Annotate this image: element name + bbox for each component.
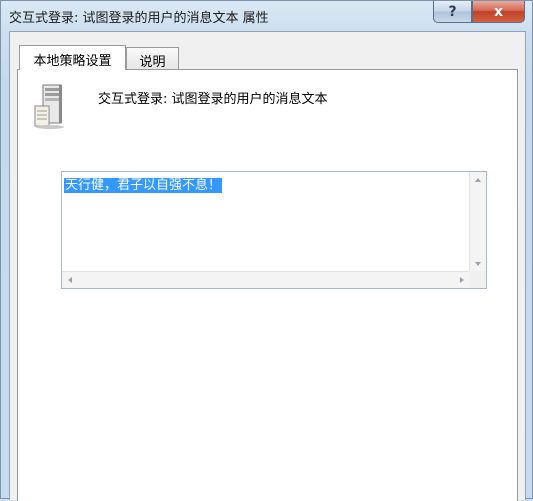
title-bar[interactable]: 交互式登录: 试图登录的用户的消息文本 属性 ? x <box>1 1 532 31</box>
tab-explain[interactable]: 说明 <box>126 47 179 70</box>
selected-text[interactable]: 天行健，君子以自强不息！ <box>64 178 223 193</box>
scroll-up-arrow-icon[interactable] <box>475 178 481 182</box>
scroll-left-arrow-icon[interactable] <box>68 277 72 283</box>
help-button[interactable]: ? <box>433 1 472 23</box>
scroll-right-arrow-icon[interactable] <box>460 277 464 283</box>
window-title: 交互式登录: 试图登录的用户的消息文本 属性 <box>9 11 269 26</box>
dialog-client-area: 本地策略设置 说明 交互式登录: 试图登录的用户的消息文本 天行健，君子以自强不… <box>9 31 526 501</box>
scrollbar-corner <box>469 271 486 288</box>
message-text-input[interactable]: 天行健，君子以自强不息！ <box>61 171 487 289</box>
vertical-scrollbar[interactable] <box>469 172 486 272</box>
server-icon <box>34 84 64 129</box>
close-button[interactable]: x <box>472 1 525 23</box>
policy-title: 交互式登录: 试图登录的用户的消息文本 <box>98 92 328 107</box>
tab-local-policy-setting[interactable]: 本地策略设置 <box>19 45 126 70</box>
message-text-content[interactable]: 天行健，君子以自强不息！ <box>64 174 223 193</box>
horizontal-scrollbar[interactable] <box>62 271 470 288</box>
properties-window: 交互式登录: 试图登录的用户的消息文本 属性 ? x 本地策略设置 说明 交互式… <box>0 0 533 501</box>
tab-panel: 交互式登录: 试图登录的用户的消息文本 天行健，君子以自强不息！ <box>17 69 518 501</box>
scroll-down-arrow-icon[interactable] <box>475 262 481 266</box>
